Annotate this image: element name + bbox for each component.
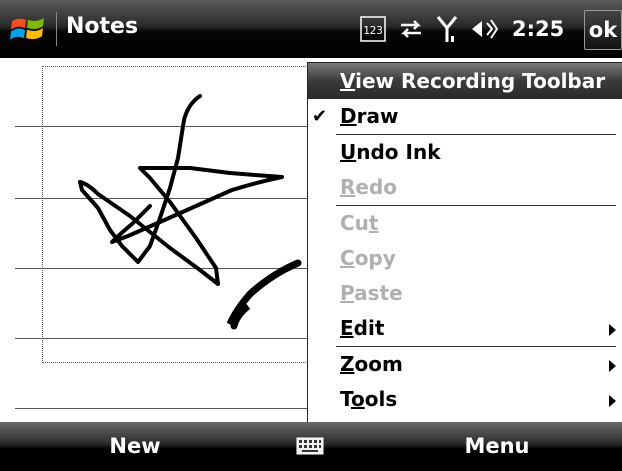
menu-accel: Z (340, 352, 355, 376)
menu-item-zoom[interactable]: Zoom (308, 347, 622, 382)
menu-accel: t (368, 211, 379, 235)
menu-label: edo (355, 175, 398, 199)
input-mode-text: 123 (363, 24, 383, 37)
menu-item-cut[interactable]: Cut (308, 206, 622, 241)
menu-accel: V (340, 69, 356, 93)
menu-accel: P (340, 281, 355, 305)
app-title: Notes (66, 14, 139, 39)
input-mode-icon[interactable]: 123 (360, 16, 386, 42)
keyboard-icon[interactable] (296, 437, 324, 455)
menu-item-edit[interactable]: Edit (308, 311, 622, 346)
title-separator (56, 12, 57, 46)
windows-start-icon[interactable] (6, 10, 52, 48)
menu-label: opy (354, 246, 396, 270)
menu-item-view-recording-toolbar[interactable]: View Recording Toolbar (308, 63, 622, 99)
status-icons: 123 2:25 (360, 10, 564, 48)
connectivity-icon[interactable] (398, 17, 424, 41)
menu-label: dit (353, 316, 385, 340)
menu-label: iew Recording Toolbar (355, 69, 606, 93)
submenu-arrow-icon (609, 395, 616, 407)
menu-accel: C (340, 246, 355, 270)
popup-menu: View Recording Toolbar ✔ Draw Undo Ink Re… (307, 62, 622, 422)
menu-item-redo[interactable]: Redo (308, 170, 622, 205)
clock[interactable]: 2:25 (512, 17, 564, 41)
menu-label: Cu (340, 211, 369, 235)
ok-button[interactable]: ok (584, 10, 622, 50)
menu-label: ndo Ink (356, 140, 441, 164)
menu-label: ols (364, 387, 398, 411)
menu-item-tools[interactable]: Tools (308, 382, 622, 417)
volume-icon[interactable] (470, 16, 498, 42)
menu-accel: D (340, 104, 357, 128)
menu-softkey[interactable]: Menu (432, 422, 562, 471)
menu-label: raw (356, 104, 399, 128)
menu-label: oom (354, 352, 403, 376)
new-softkey[interactable]: New (80, 422, 190, 471)
submenu-arrow-icon (609, 360, 616, 372)
menu-item-draw[interactable]: ✔ Draw (308, 99, 622, 134)
menu-accel: U (340, 140, 357, 164)
menu-label: T (340, 387, 351, 411)
menu-accel: R (340, 175, 356, 199)
title-bar: Notes 123 2:25 ok (0, 0, 622, 58)
checkmark-icon: ✔ (312, 106, 328, 127)
menu-accel: E (340, 316, 354, 340)
menu-item-copy[interactable]: Copy (308, 241, 622, 276)
menu-label: aste (354, 281, 403, 305)
menu-item-paste[interactable]: Paste (308, 276, 622, 311)
signal-icon[interactable] (436, 14, 458, 44)
menu-accel: o (351, 387, 365, 411)
submenu-arrow-icon (609, 324, 616, 336)
menu-item-undo-ink[interactable]: Undo Ink (308, 135, 622, 170)
softkey-bar: New Menu (0, 422, 622, 471)
